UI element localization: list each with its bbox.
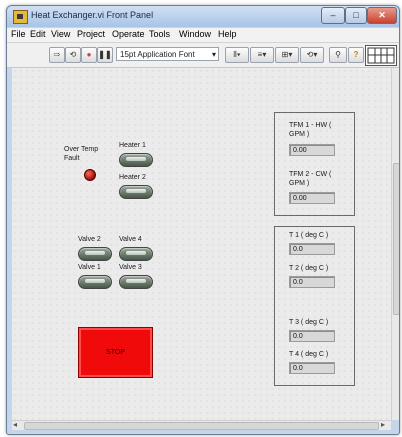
tfm2-indicator: 0.00 xyxy=(289,192,335,204)
tfm1-label: TFM 1 - HW ( GPM ) xyxy=(289,122,332,138)
heater-2-switch[interactable] xyxy=(119,185,153,199)
valve-3-label: Valve 3 xyxy=(119,264,142,271)
close-button[interactable]: ✕ xyxy=(367,7,397,24)
t2-indicator: 0.0 xyxy=(289,276,335,288)
vi-icon-thumbnail xyxy=(365,45,397,66)
tfm1-indicator: 0.00 xyxy=(289,144,335,156)
menu-view[interactable]: View xyxy=(51,29,70,39)
pause-icon[interactable]: ❚❚ xyxy=(97,47,113,63)
menu-operate[interactable]: Operate xyxy=(112,29,145,39)
menu-window[interactable]: Window xyxy=(179,29,211,39)
heater-2-label: Heater 2 xyxy=(119,174,146,181)
t4-label: T 4 ( deg C ) xyxy=(289,351,329,358)
valve-4-switch[interactable] xyxy=(119,247,153,261)
t3-label: T 3 ( deg C ) xyxy=(289,319,329,326)
menu-file[interactable]: File xyxy=(11,29,26,39)
t2-label: T 2 ( deg C ) xyxy=(289,265,329,272)
t4-indicator: 0.0 xyxy=(289,362,335,374)
over-temp-led xyxy=(84,169,96,181)
front-panel-canvas: Over Temp Fault Heater 1 Heater 2 Valve … xyxy=(12,68,391,420)
t1-label: T 1 ( deg C ) xyxy=(289,232,329,239)
valve-4-label: Valve 4 xyxy=(119,236,142,243)
toolbar: ⇨ ⟲ ● ❚❚ 15pt Application Font ▾ ⫴▾ ≡▾ ⊞… xyxy=(7,43,399,68)
align-objects-icon[interactable]: ⫴▾ xyxy=(225,47,249,63)
valve-2-label: Valve 2 xyxy=(78,236,101,243)
heater-1-switch[interactable] xyxy=(119,153,153,167)
run-arrow-icon[interactable]: ⇨ xyxy=(49,47,65,63)
valve-1-label: Valve 1 xyxy=(78,264,101,271)
window-title: Heat Exchanger.vi Front Panel xyxy=(31,10,154,20)
menu-help[interactable]: Help xyxy=(218,29,237,39)
title-bar[interactable]: Heat Exchanger.vi Front Panel – □ ✕ xyxy=(7,6,399,27)
menu-edit[interactable]: Edit xyxy=(30,29,46,39)
minimize-button[interactable]: – xyxy=(321,7,345,24)
abort-icon[interactable]: ● xyxy=(81,47,97,63)
distribute-objects-icon[interactable]: ≡▾ xyxy=(250,47,274,63)
chevron-down-icon: ▾ xyxy=(211,50,216,59)
tfm2-label: TFM 2 - CW ( GPM ) xyxy=(289,171,332,187)
help-icon[interactable]: ? xyxy=(348,47,364,63)
scroll-right-arrow-icon[interactable]: ▸ xyxy=(381,420,385,429)
run-continuously-icon[interactable]: ⟲ xyxy=(65,47,81,63)
vertical-scrollbar[interactable] xyxy=(391,68,399,420)
scroll-left-arrow-icon[interactable]: ◂ xyxy=(13,420,17,429)
valve-2-switch[interactable] xyxy=(78,247,112,261)
valve-3-switch[interactable] xyxy=(119,275,153,289)
menu-bar: File Edit View Project Operate Tools Win… xyxy=(7,28,399,43)
connector-pane-icon xyxy=(367,47,395,64)
stop-button[interactable]: STOP xyxy=(78,327,153,378)
reorder-icon[interactable]: ⟲▾ xyxy=(300,47,324,63)
over-temp-label: Over Temp Fault xyxy=(64,146,99,162)
valve-1-switch[interactable] xyxy=(78,275,112,289)
horizontal-scrollbar[interactable]: ◂ ▸ xyxy=(12,420,391,430)
vertical-scroll-thumb[interactable] xyxy=(393,163,399,315)
font-select-value: 15pt Application Font xyxy=(120,50,195,59)
temperature-group: T 1 ( deg C ) 0.0 T 2 ( deg C ) 0.0 T 3 … xyxy=(274,226,355,386)
menu-project[interactable]: Project xyxy=(77,29,105,39)
labview-vi-icon xyxy=(13,10,28,24)
t1-indicator: 0.0 xyxy=(289,243,335,255)
horizontal-scroll-thumb[interactable] xyxy=(24,422,379,430)
resize-objects-icon[interactable]: ⊞▾ xyxy=(275,47,299,63)
flow-meters-group: TFM 1 - HW ( GPM ) 0.00 TFM 2 - CW ( GPM… xyxy=(274,112,355,216)
maximize-button[interactable]: □ xyxy=(345,7,367,24)
front-panel-window: Heat Exchanger.vi Front Panel – □ ✕ File… xyxy=(6,5,400,435)
t3-indicator: 0.0 xyxy=(289,330,335,342)
heater-1-label: Heater 1 xyxy=(119,142,146,149)
font-select[interactable]: 15pt Application Font ▾ xyxy=(116,47,219,61)
menu-tools[interactable]: Tools xyxy=(149,29,170,39)
search-icon[interactable]: ⚲ xyxy=(329,47,347,63)
